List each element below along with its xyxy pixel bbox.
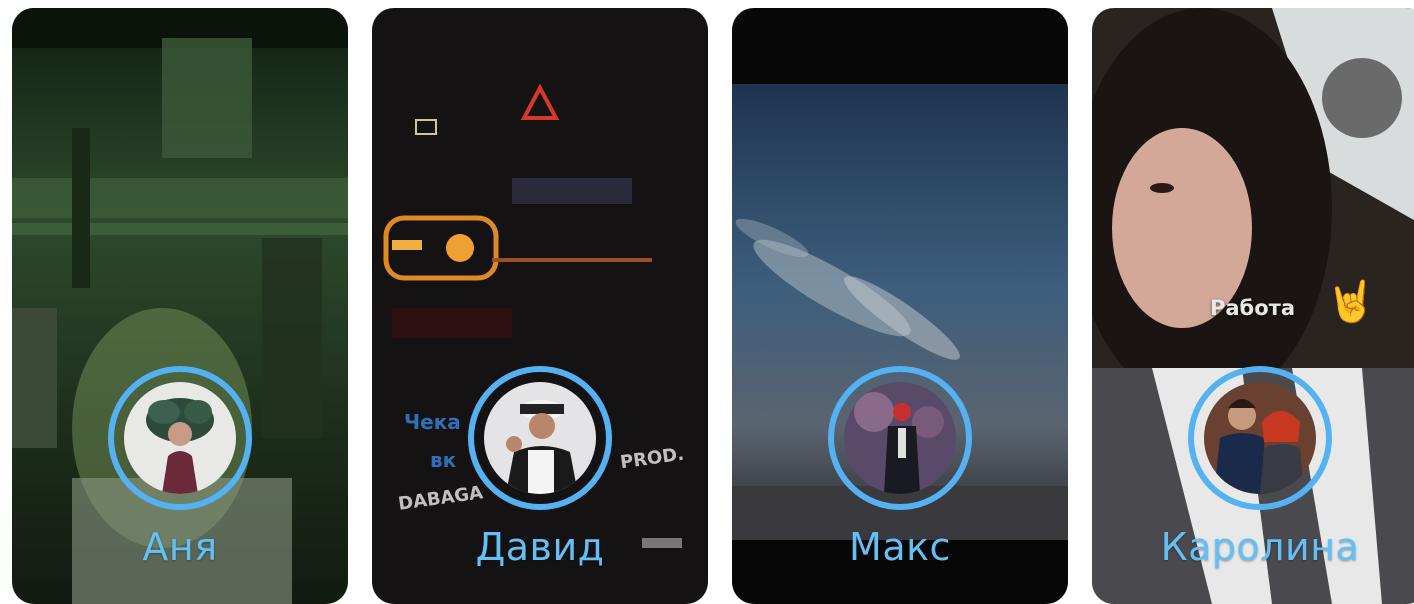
avatar-ring — [1188, 366, 1332, 510]
story-card-karolina[interactable]: Работа 🤘 Каролина — [1092, 8, 1414, 604]
story-caption-line-1: Чека — [404, 410, 461, 434]
story-sticker-text: Работа — [1210, 296, 1295, 320]
avatar — [844, 382, 956, 494]
avatar — [1204, 382, 1316, 494]
story-card-anya[interactable]: Аня — [12, 8, 348, 604]
story-author-name: Давид — [475, 525, 605, 569]
story-author-name: Каролина — [1160, 525, 1360, 569]
story-card-david[interactable]: Чека вк DABAGA PROD. Давид — [372, 8, 708, 604]
story-author-name: Макс — [849, 525, 951, 569]
story-author-name: Аня — [142, 525, 218, 569]
avatar — [484, 382, 596, 494]
avatar-ring — [468, 366, 612, 510]
story-preview-image — [732, 8, 1068, 604]
avatar-ring — [828, 366, 972, 510]
avatar-ring — [108, 366, 252, 510]
story-card-maks[interactable]: Макс — [732, 8, 1068, 604]
rock-hand-emoji-icon: 🤘 — [1326, 279, 1376, 325]
story-preview-image — [372, 8, 708, 604]
story-preview-image — [12, 8, 348, 604]
story-caption-line-2: вк — [430, 448, 457, 472]
avatar — [124, 382, 236, 494]
